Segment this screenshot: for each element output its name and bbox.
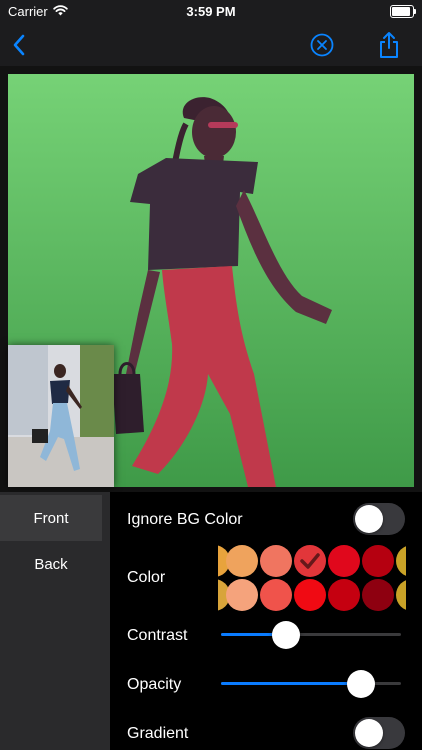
tab-front-label: Front	[33, 509, 69, 527]
color-swatch[interactable]	[396, 579, 406, 611]
share-icon	[380, 32, 398, 58]
color-swatch[interactable]	[328, 579, 360, 611]
color-swatch[interactable]	[362, 545, 394, 577]
ignore-bg-toggle[interactable]	[353, 503, 405, 535]
color-swatch[interactable]	[362, 579, 394, 611]
color-swatch[interactable]	[260, 545, 292, 577]
opacity-label: Opacity	[127, 676, 182, 693]
color-swatch-grid	[218, 543, 406, 615]
color-swatch[interactable]	[328, 545, 360, 577]
color-swatch[interactable]	[294, 545, 326, 577]
color-swatch[interactable]	[260, 579, 292, 611]
opacity-slider[interactable]	[221, 668, 401, 698]
slider-thumb[interactable]	[271, 621, 300, 649]
color-swatch[interactable]	[294, 579, 326, 611]
status-time: 3:59 PM	[186, 4, 236, 19]
ignore-bg-label: Ignore BG Color	[127, 511, 243, 528]
contrast-slider[interactable]	[221, 619, 401, 649]
tab-front[interactable]: Front	[0, 495, 102, 541]
close-circle-icon	[310, 33, 334, 57]
slider-fill	[221, 682, 362, 685]
share-button[interactable]	[374, 30, 404, 60]
chevron-left-icon	[13, 34, 25, 56]
toggle-knob	[355, 505, 383, 533]
color-swatch[interactable]	[226, 579, 258, 611]
battery-level	[392, 7, 410, 16]
back-button[interactable]	[4, 30, 34, 60]
gradient-toggle[interactable]	[353, 717, 405, 749]
gradient-label: Gradient	[127, 725, 189, 742]
tab-back-label: Back	[34, 555, 68, 573]
toggle-knob	[355, 719, 383, 747]
battery-icon	[390, 5, 416, 18]
checkmark-icon	[300, 553, 320, 569]
status-bar: Carrier 3:59 PM	[0, 0, 422, 24]
color-label: Color	[127, 569, 166, 586]
color-swatch[interactable]	[396, 545, 406, 577]
layer-sidebar: Front Back	[0, 492, 110, 750]
color-swatch[interactable]	[226, 545, 258, 577]
tab-back[interactable]: Back	[0, 541, 102, 587]
settings-panel: Ignore BG Color Color Contrast Opacity G…	[110, 492, 422, 750]
contrast-label: Contrast	[127, 627, 188, 644]
cancel-button[interactable]	[307, 30, 337, 60]
original-thumbnail[interactable]	[8, 345, 114, 487]
slider-thumb[interactable]	[347, 670, 376, 698]
nav-bar	[0, 24, 422, 66]
